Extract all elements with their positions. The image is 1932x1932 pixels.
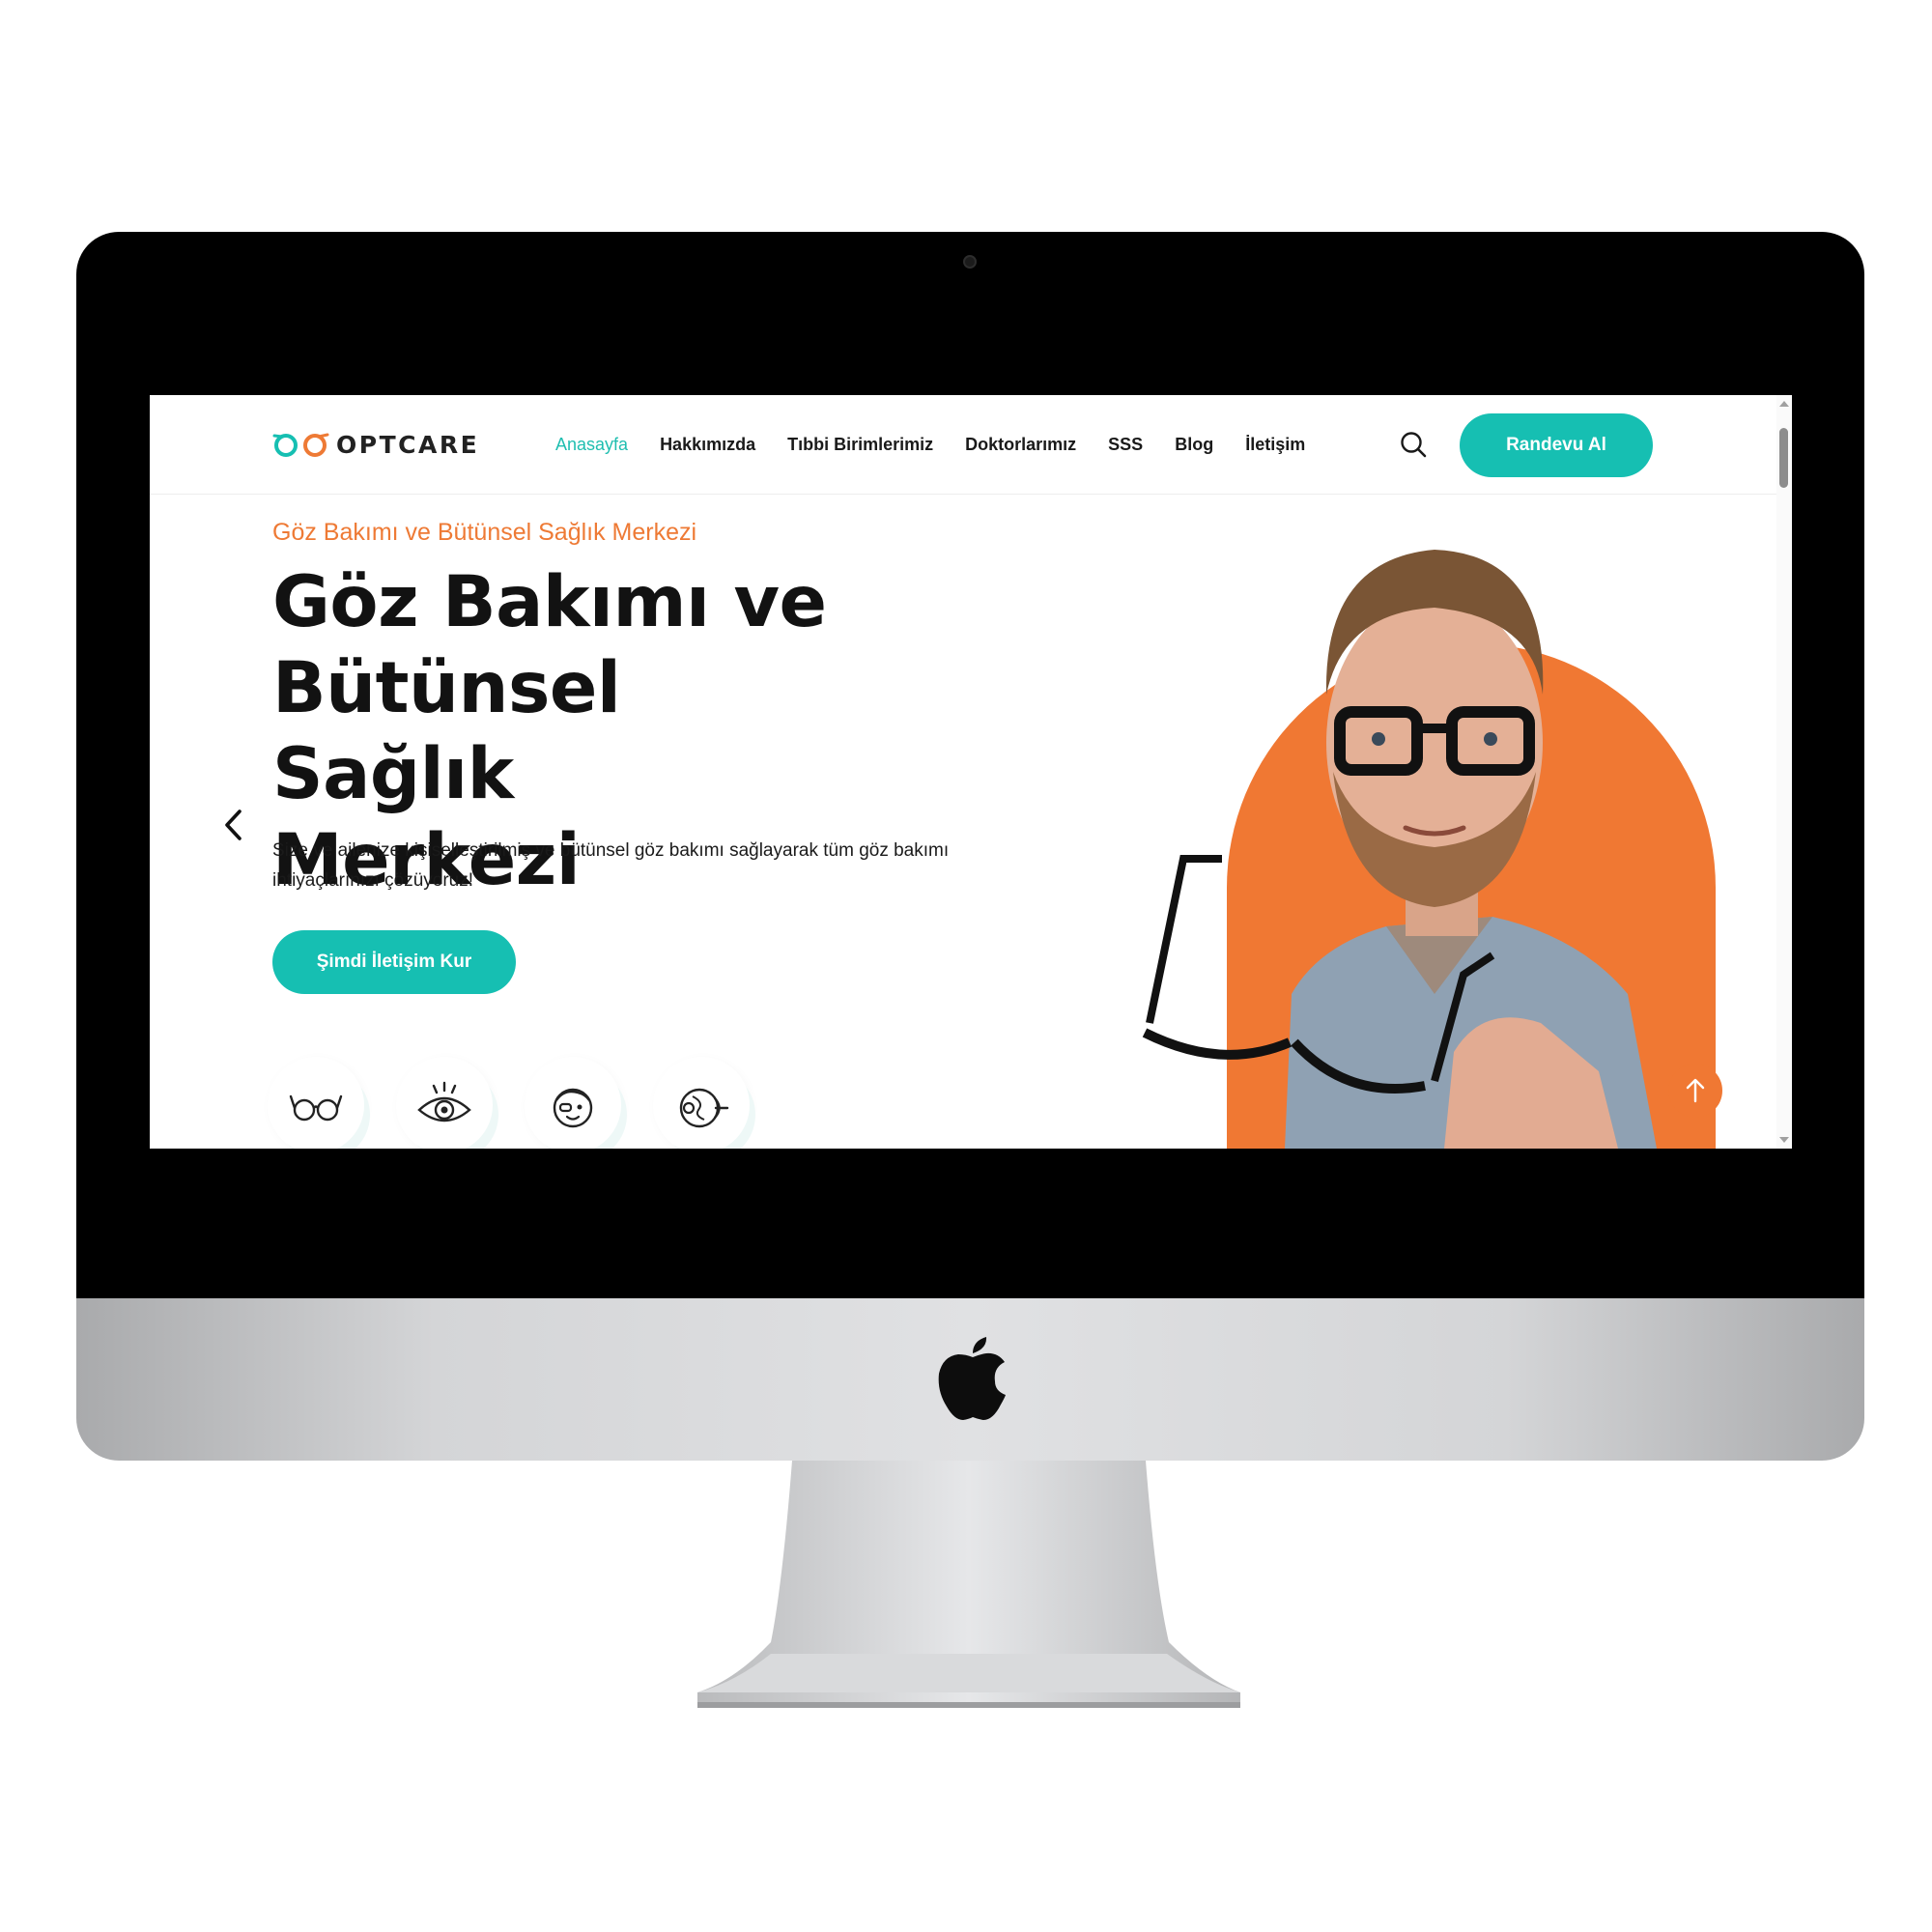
scroll-down-arrow[interactable] <box>1779 1137 1789 1143</box>
site-logo[interactable]: OPTCARE <box>272 430 479 459</box>
feature-eye[interactable] <box>396 1057 493 1149</box>
nav-item-hakkimizda[interactable]: Hakkımızda <box>660 435 755 455</box>
hero-man-with-glasses-image <box>1142 550 1716 1149</box>
scrollbar-thumb[interactable] <box>1779 428 1788 488</box>
child-face-icon <box>553 1088 593 1128</box>
contact-now-button[interactable]: Şimdi İletişim Kur <box>272 930 516 994</box>
eyeball-anatomy-icon <box>679 1088 729 1128</box>
nav-item-sss[interactable]: SSS <box>1108 435 1143 455</box>
nav-item-anasayfa[interactable]: Anasayfa <box>555 435 628 455</box>
logo-text: OPTCARE <box>336 430 480 459</box>
scroll-to-top-button[interactable] <box>1668 1064 1722 1118</box>
chevron-left-icon[interactable] <box>220 804 247 846</box>
browser-viewport: OPTCARE Anasayfa Hakkımızda Tıbbi Biriml… <box>150 395 1792 1149</box>
nav-item-doktorlarimiz[interactable]: Doktorlarımız <box>965 435 1076 455</box>
scrollbar-track[interactable] <box>1776 395 1792 1149</box>
nav-item-tibbi-birimlerimiz[interactable]: Tıbbi Birimlerimiz <box>787 435 933 455</box>
glasses-logo-icon <box>272 433 329 457</box>
hero-title-line-1: Göz Bakımı ve <box>272 561 827 643</box>
nav-item-iletisim[interactable]: İletişim <box>1245 435 1305 455</box>
hero-title-line-2: Bütünsel Sağlık <box>272 647 621 815</box>
apple-logo-icon <box>938 1337 1006 1420</box>
hero-description: Size ve ailenize kişiselleştirilmiş ve b… <box>272 840 950 891</box>
feature-eye-anatomy[interactable] <box>653 1057 750 1149</box>
feature-child-vision[interactable] <box>525 1057 621 1149</box>
feature-eyeglasses[interactable] <box>268 1057 364 1149</box>
arrow-up-icon <box>1686 1078 1705 1103</box>
eyeglasses-icon <box>289 1094 343 1122</box>
hero-eyebrow: Göz Bakımı ve Bütünsel Sağlık Merkezi <box>272 519 697 546</box>
webcam <box>963 255 977 269</box>
eye-icon <box>417 1081 471 1122</box>
nav-item-blog[interactable]: Blog <box>1175 435 1213 455</box>
scroll-up-arrow[interactable] <box>1779 401 1789 407</box>
